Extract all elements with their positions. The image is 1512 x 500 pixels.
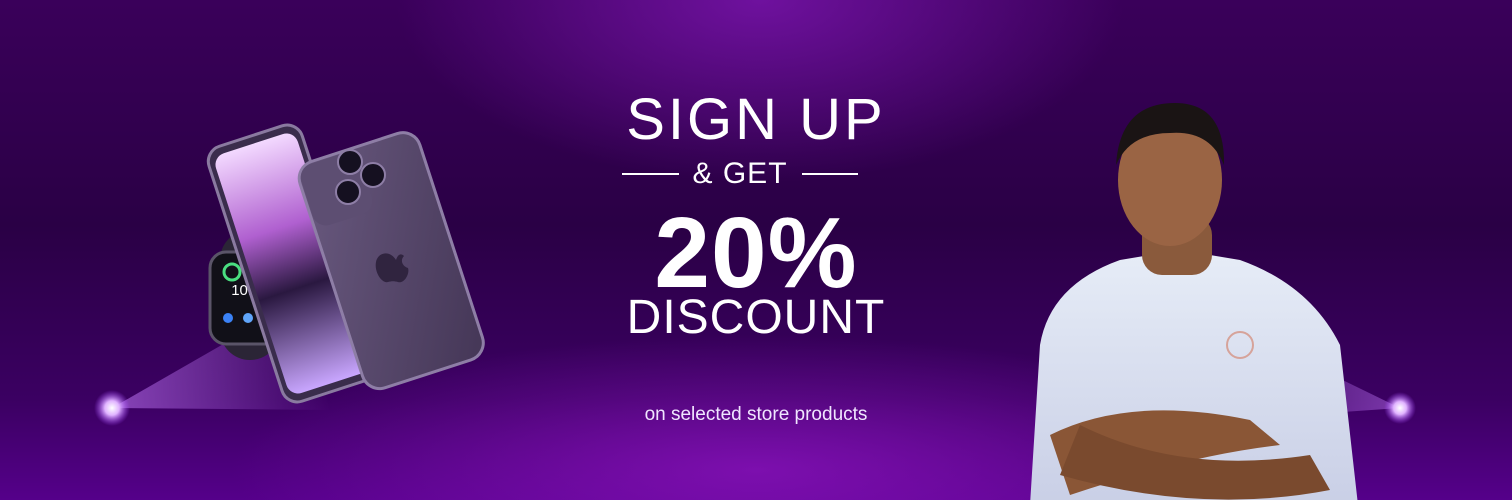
and-get-row: & GET: [622, 154, 859, 194]
left-divider: [622, 173, 679, 175]
promo-banner: 10:09 SIGN UP & GET 20% DISCOUNT on sele…: [0, 0, 1512, 500]
headline-and-get: & GET: [692, 157, 788, 190]
person-photo: [1030, 103, 1358, 500]
right-divider: [801, 173, 859, 175]
